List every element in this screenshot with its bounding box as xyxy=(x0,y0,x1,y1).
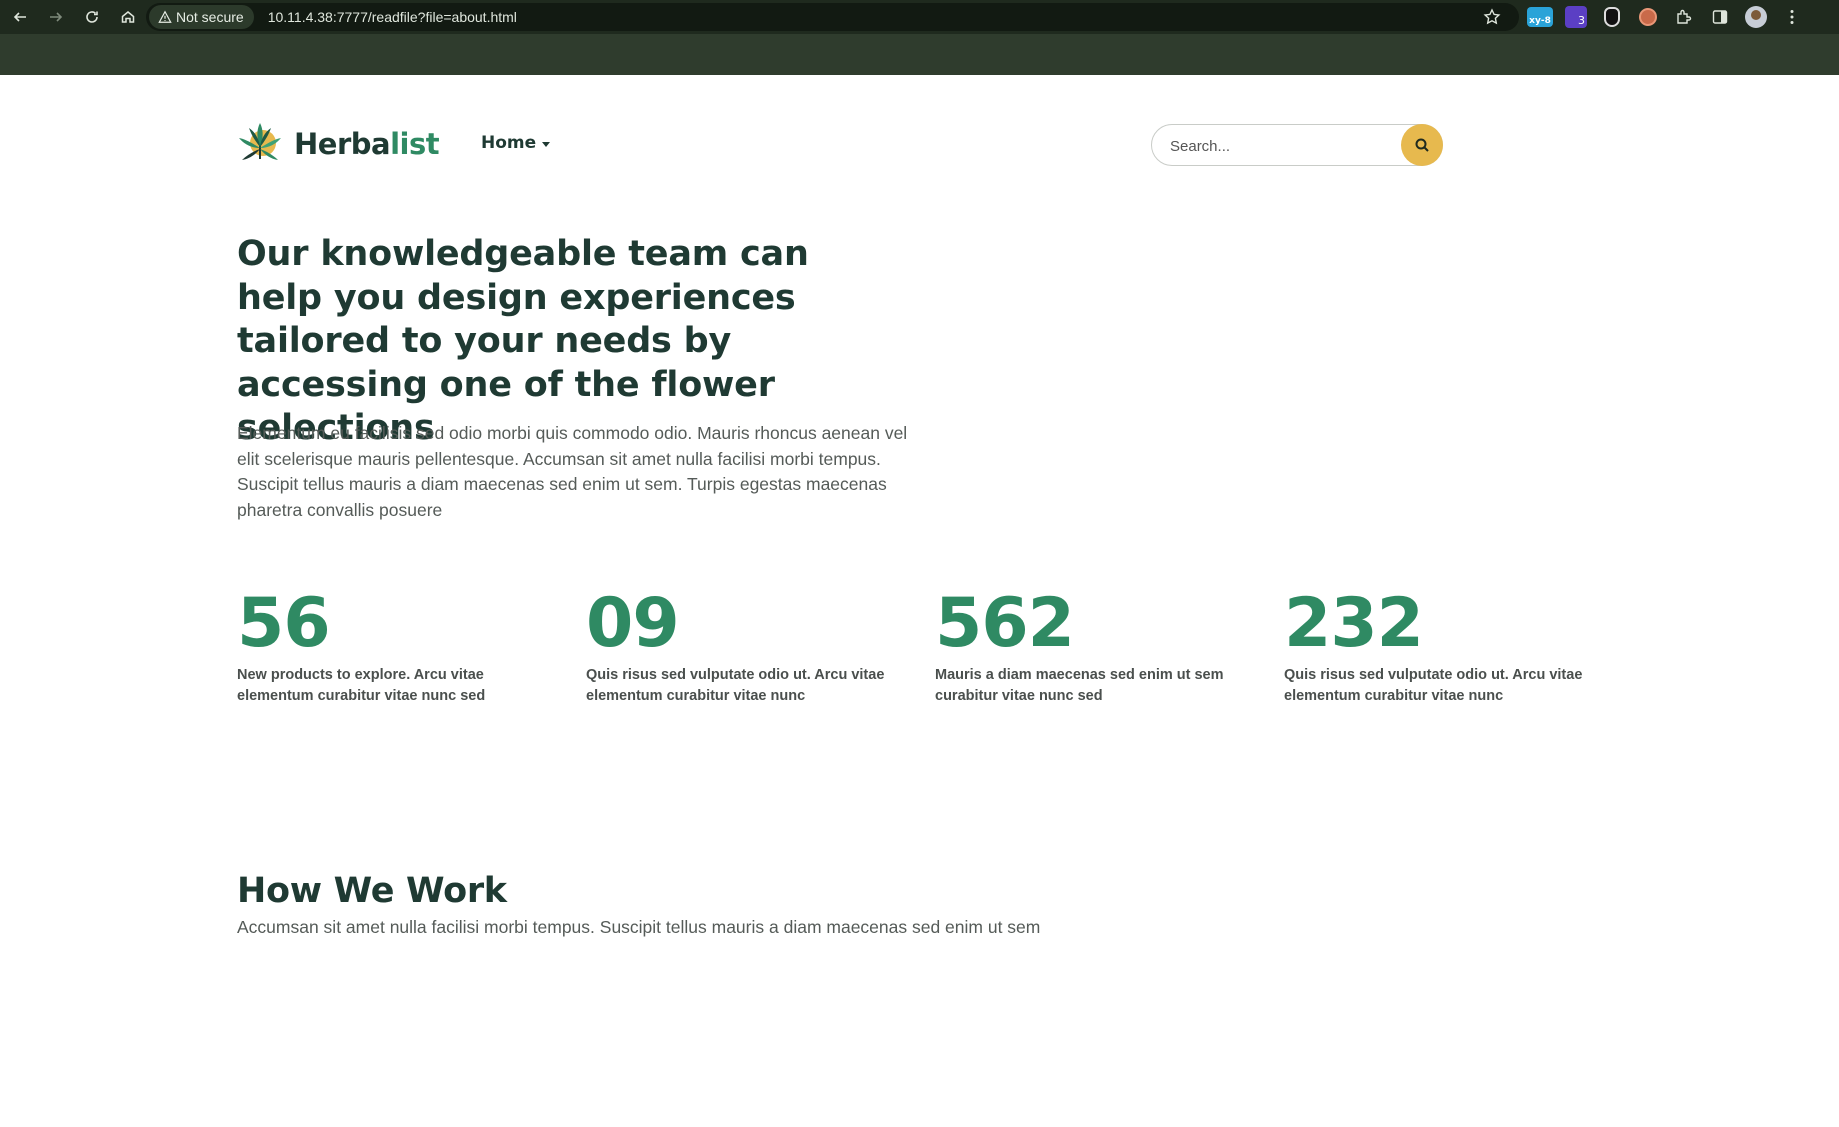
stat-description: Quis risus sed vulputate odio ut. Arcu v… xyxy=(586,667,885,704)
url-text[interactable]: 10.11.4.38:7777/readfile?file=about.html xyxy=(268,9,517,25)
stat-item: 56 New products to explore. Arcu vitae e… xyxy=(237,589,567,707)
logo-text: Herbalist xyxy=(294,127,440,161)
security-label: Not secure xyxy=(176,9,244,25)
address-bar[interactable]: Not secure 10.11.4.38:7777/readfile?file… xyxy=(146,3,1519,31)
security-indicator[interactable]: Not secure xyxy=(149,5,254,29)
search-input[interactable] xyxy=(1170,135,1380,157)
cookie-extension-button[interactable] xyxy=(1634,4,1662,30)
logo-text-accent: list xyxy=(390,127,440,161)
kebab-menu-icon xyxy=(1790,10,1794,24)
page-content: Herbalist Home Our knowledgeable team ca… xyxy=(0,75,1839,1127)
how-we-work-title: How We Work xyxy=(237,871,507,911)
bunny-extension-button[interactable] xyxy=(1598,4,1626,30)
back-button[interactable] xyxy=(2,0,38,34)
stat-description: New products to explore. Arcu vitae elem… xyxy=(237,667,486,704)
xy-extension-icon: xy-8 xyxy=(1527,7,1553,27)
stat-item: 232 Quis risus sed vulputate odio ut. Ar… xyxy=(1284,589,1614,707)
stat-number: 562 xyxy=(935,584,1075,663)
browser-toolbar: Not secure 10.11.4.38:7777/readfile?file… xyxy=(0,0,1839,34)
hero-body: Elementum eu facilisis sed odio morbi qu… xyxy=(237,423,908,520)
hero-title: Our knowledgeable team can help you desi… xyxy=(237,234,809,448)
side-panel-icon xyxy=(1712,10,1728,24)
home-button[interactable] xyxy=(110,0,146,34)
stat-number: 56 xyxy=(237,584,331,663)
stat-item: 562 Mauris a diam maecenas sed enim ut s… xyxy=(935,589,1265,707)
reload-button[interactable] xyxy=(74,0,110,34)
extensions-area: xy-8 3 xyxy=(1526,0,1806,34)
profile-button[interactable] xyxy=(1742,4,1770,30)
badge-extension-button[interactable]: 3 xyxy=(1562,4,1590,30)
arrow-right-icon xyxy=(50,12,63,22)
stat-description: Mauris a diam maecenas sed enim ut sem c… xyxy=(935,667,1224,704)
badge-extension-icon: 3 xyxy=(1565,6,1587,28)
puzzle-icon xyxy=(1677,9,1692,24)
cannabis-leaf-icon xyxy=(239,123,281,160)
bunny-extension-icon xyxy=(1604,7,1620,27)
search-icon xyxy=(1415,138,1429,152)
side-panel-button[interactable] xyxy=(1706,4,1734,30)
browser-bookmarks-strip xyxy=(0,34,1839,75)
reload-icon xyxy=(86,11,98,23)
extensions-menu-button[interactable] xyxy=(1670,4,1698,30)
home-icon xyxy=(121,11,135,23)
how-we-work-subtitle: Accumsan sit amet nulla facilisi morbi t… xyxy=(237,917,1041,937)
arrow-left-icon xyxy=(13,12,26,22)
stat-item: 09 Quis risus sed vulputate odio ut. Arc… xyxy=(586,589,916,707)
search-button[interactable] xyxy=(1401,124,1443,166)
stat-number: 232 xyxy=(1284,584,1424,663)
bookmark-star-icon[interactable] xyxy=(1483,8,1501,26)
avatar xyxy=(1745,6,1767,28)
nav-home-label: Home xyxy=(481,133,537,153)
forward-button[interactable] xyxy=(38,0,74,34)
stat-number: 09 xyxy=(586,584,680,663)
browser-menu-button[interactable] xyxy=(1778,4,1806,30)
xy-extension-button[interactable]: xy-8 xyxy=(1526,4,1554,30)
cookie-extension-icon xyxy=(1639,8,1657,26)
warning-icon xyxy=(158,10,172,23)
search-box xyxy=(1151,124,1443,166)
logo-text-main: Herba xyxy=(294,127,391,161)
caret-down-icon xyxy=(542,141,551,147)
site-logo[interactable]: Herbalist xyxy=(236,121,440,167)
stat-description: Quis risus sed vulputate odio ut. Arcu v… xyxy=(1284,667,1583,704)
nav-home-dropdown[interactable]: Home xyxy=(481,133,551,153)
